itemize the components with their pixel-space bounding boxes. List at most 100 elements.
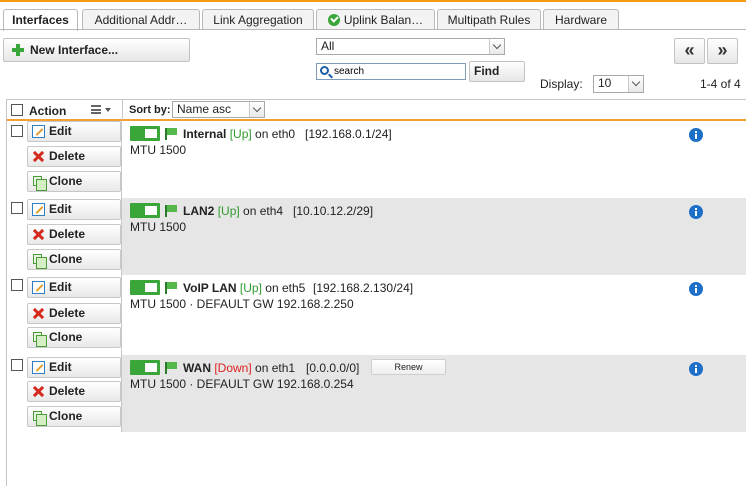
tab-additional-addresses[interactable]: Additional Addr…: [82, 9, 200, 30]
action-column-header: Action: [29, 104, 67, 118]
delete-label: Delete: [49, 149, 86, 163]
interface-address: [192.168.2.130/24]: [313, 281, 414, 295]
edit-icon: [32, 281, 45, 294]
info-icon[interactable]: [689, 205, 703, 219]
column-menu-icon[interactable]: [91, 105, 101, 114]
info-icon[interactable]: [689, 362, 703, 376]
clone-icon: [33, 332, 47, 347]
tab-multipath-rules[interactable]: Multipath Rules: [437, 9, 541, 30]
interface-status: [Up]: [239, 281, 262, 295]
delete-icon: [33, 151, 44, 162]
info-icon[interactable]: [689, 282, 703, 296]
find-label: Find: [474, 64, 500, 78]
tab-label: Interfaces: [12, 13, 69, 27]
search-input[interactable]: search: [316, 63, 466, 80]
interface-details: MTU 1500 · DEFAULT GW 192.168.0.254: [130, 377, 354, 391]
edit-icon: [32, 361, 45, 374]
interface-name: Internal: [183, 127, 227, 141]
delete-label: Delete: [49, 306, 86, 320]
double-chevron-left-icon: «: [684, 40, 695, 60]
result-count: 1-4 of 4: [700, 77, 741, 91]
clone-icon: [33, 254, 47, 269]
tab-label: Link Aggregation: [213, 13, 303, 27]
clone-label: Clone: [49, 252, 83, 266]
table-header: Action Sort by: Name asc: [7, 99, 746, 121]
interface-summary: Internal [Up] on eth0: [183, 127, 295, 141]
enable-toggle[interactable]: [130, 203, 160, 218]
action-cell: Edit Delete Clone: [7, 275, 122, 355]
edit-label: Edit: [49, 280, 72, 294]
interface-summary: WAN [Down] on eth1: [183, 361, 295, 375]
double-chevron-right-icon: »: [717, 40, 728, 60]
delete-button[interactable]: Delete: [27, 224, 121, 245]
row-checkbox[interactable]: [11, 279, 23, 291]
enable-toggle[interactable]: [130, 360, 160, 375]
sort-value: Name asc: [177, 102, 232, 116]
clone-button[interactable]: Clone: [27, 249, 121, 270]
row-checkbox[interactable]: [11, 359, 23, 371]
renew-label: Renew: [394, 362, 423, 372]
edit-button[interactable]: Edit: [27, 121, 121, 142]
action-cell: Edit Delete Clone: [7, 121, 122, 198]
new-interface-label: New Interface...: [30, 43, 119, 57]
edit-label: Edit: [49, 360, 72, 374]
display-count-select[interactable]: 10: [593, 75, 644, 93]
flag-icon: [165, 282, 177, 294]
enable-toggle[interactable]: [130, 280, 160, 295]
interface-name: LAN2: [183, 204, 215, 218]
row-checkbox[interactable]: [11, 202, 23, 214]
edit-button[interactable]: Edit: [27, 199, 121, 220]
previous-page-button[interactable]: «: [674, 38, 705, 64]
delete-icon: [33, 308, 44, 319]
interface-details: MTU 1500: [130, 220, 187, 234]
edit-button[interactable]: Edit: [27, 277, 121, 298]
caret-down-icon[interactable]: [105, 108, 111, 112]
table-row: Edit Delete Clone LAN2 [Up] on eth4 [10.…: [7, 198, 746, 275]
row-checkbox[interactable]: [11, 125, 23, 137]
action-cell: Edit Delete Clone: [7, 198, 122, 275]
edit-label: Edit: [49, 202, 72, 216]
tab-interfaces[interactable]: Interfaces: [3, 9, 78, 31]
tab-hardware[interactable]: Hardware: [543, 9, 619, 30]
table-row: Edit Delete Clone Internal [Up] on eth0 …: [7, 121, 746, 198]
table-row: Edit Delete Clone VoIP LAN [Up] on eth5 …: [7, 275, 746, 355]
tab-bar: Interfaces Additional Addr… Link Aggrega…: [3, 9, 746, 31]
clone-button[interactable]: Clone: [27, 171, 121, 192]
delete-button[interactable]: Delete: [27, 146, 121, 167]
interface-address: [192.168.0.1/24]: [305, 127, 392, 141]
tab-label: Hardware: [554, 13, 608, 27]
tab-link-aggregation[interactable]: Link Aggregation: [202, 9, 314, 30]
filter-value: All: [321, 39, 335, 53]
delete-button[interactable]: Delete: [27, 303, 121, 324]
enable-toggle[interactable]: [130, 126, 160, 141]
interfaces-table: Action Sort by: Name asc Edit Delete Clo…: [6, 99, 746, 486]
tab-label: Uplink Balan…: [343, 13, 424, 27]
find-button[interactable]: Find: [469, 61, 525, 82]
tab-uplink-balancing[interactable]: Uplink Balan…: [316, 9, 435, 30]
clone-button[interactable]: Clone: [27, 406, 121, 427]
check-circle-icon: [327, 14, 340, 26]
flag-icon: [165, 128, 177, 140]
filter-select[interactable]: All: [316, 38, 505, 55]
display-value: 10: [598, 76, 612, 90]
edit-icon: [32, 203, 45, 216]
delete-label: Delete: [49, 384, 86, 398]
sort-select[interactable]: Name asc: [172, 101, 265, 118]
delete-icon: [33, 229, 44, 240]
action-cell: Edit Delete Clone: [7, 355, 122, 432]
info-icon[interactable]: [689, 128, 703, 142]
edit-icon: [32, 125, 45, 138]
sort-by-label: Sort by:: [129, 104, 171, 116]
clone-button[interactable]: Clone: [27, 327, 121, 348]
next-page-button[interactable]: »: [707, 38, 738, 64]
renew-button[interactable]: Renew: [371, 359, 446, 375]
chevron-down-icon: [628, 76, 643, 92]
new-interface-button[interactable]: New Interface...: [3, 38, 190, 62]
interface-status: [Up]: [229, 127, 252, 141]
edit-button[interactable]: Edit: [27, 357, 121, 378]
select-all-checkbox[interactable]: [11, 104, 23, 116]
interface-details: MTU 1500 · DEFAULT GW 192.168.2.250: [130, 297, 354, 311]
clone-label: Clone: [49, 330, 83, 344]
interface-port: on eth0: [255, 127, 296, 141]
delete-button[interactable]: Delete: [27, 381, 121, 402]
